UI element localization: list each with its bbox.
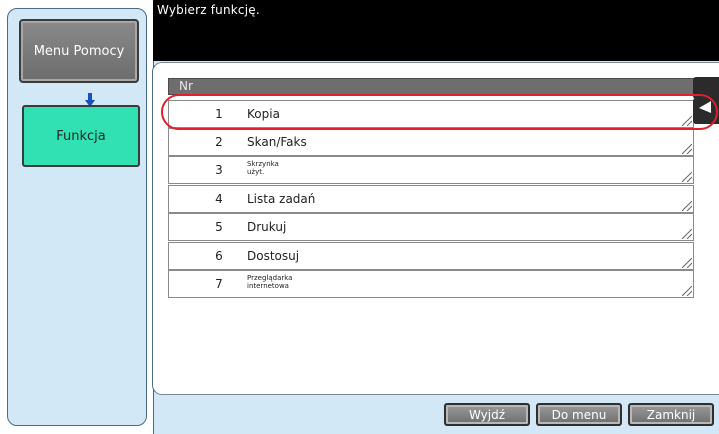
row-label-line2: internetowa	[247, 282, 289, 290]
row-number: 7	[215, 277, 223, 291]
row-label: Przeglądarka internetowa	[247, 274, 292, 290]
row-number: 3	[215, 163, 223, 177]
corner-icon	[682, 258, 692, 268]
row-label: Dostosuj	[247, 249, 300, 263]
prompt-text: Wybierz funkcję.	[157, 3, 260, 17]
function-row-print[interactable]: 5 Drukuj	[168, 213, 694, 241]
row-number: 5	[215, 220, 223, 234]
left-panel: Menu Pomocy Funkcja	[7, 8, 147, 426]
close-button[interactable]: Zamknij	[628, 403, 714, 426]
function-button[interactable]: Funkcja	[22, 105, 140, 167]
function-row-web-browser[interactable]: 7 Przeglądarka internetowa	[168, 270, 694, 298]
corner-icon	[682, 201, 692, 211]
function-row-user-box[interactable]: 3 Skrzynka użyt.	[168, 156, 694, 184]
row-label: Drukuj	[247, 220, 287, 234]
function-row-scan-fax[interactable]: 2 Skan/Faks	[168, 128, 694, 156]
menu-help-label: Menu Pomocy	[33, 43, 125, 59]
menu-help-button[interactable]: Menu Pomocy	[19, 19, 139, 83]
row-label-line1: Skrzynka	[247, 160, 279, 168]
corner-icon	[682, 144, 692, 154]
function-row-customize[interactable]: 6 Dostosuj	[168, 242, 694, 270]
exit-button[interactable]: Wyjdź	[444, 403, 530, 426]
function-label: Funkcja	[56, 128, 106, 144]
row-label: Skan/Faks	[247, 135, 307, 149]
exit-label: Wyjdź	[468, 407, 505, 422]
function-row-job-list[interactable]: 4 Lista zadań	[168, 185, 694, 213]
row-label-line2: użyt.	[247, 168, 265, 176]
column-header-number: Nr	[179, 79, 193, 93]
row-label-line1: Przeglądarka	[247, 274, 293, 282]
close-label: Zamknij	[646, 407, 696, 422]
to-menu-label: Do menu	[551, 407, 607, 422]
selection-highlight	[161, 94, 718, 130]
to-menu-button[interactable]: Do menu	[536, 403, 622, 426]
row-number: 2	[215, 135, 223, 149]
column-header: Nr	[168, 78, 694, 95]
corner-icon	[682, 172, 692, 182]
row-label: Skrzynka użyt.	[247, 160, 279, 176]
row-number: 6	[215, 249, 223, 263]
header-bar: Wybierz funkcję.	[153, 0, 719, 61]
row-number: 4	[215, 192, 223, 206]
corner-icon	[682, 229, 692, 239]
corner-icon	[682, 286, 692, 296]
row-label: Lista zadań	[247, 192, 316, 206]
